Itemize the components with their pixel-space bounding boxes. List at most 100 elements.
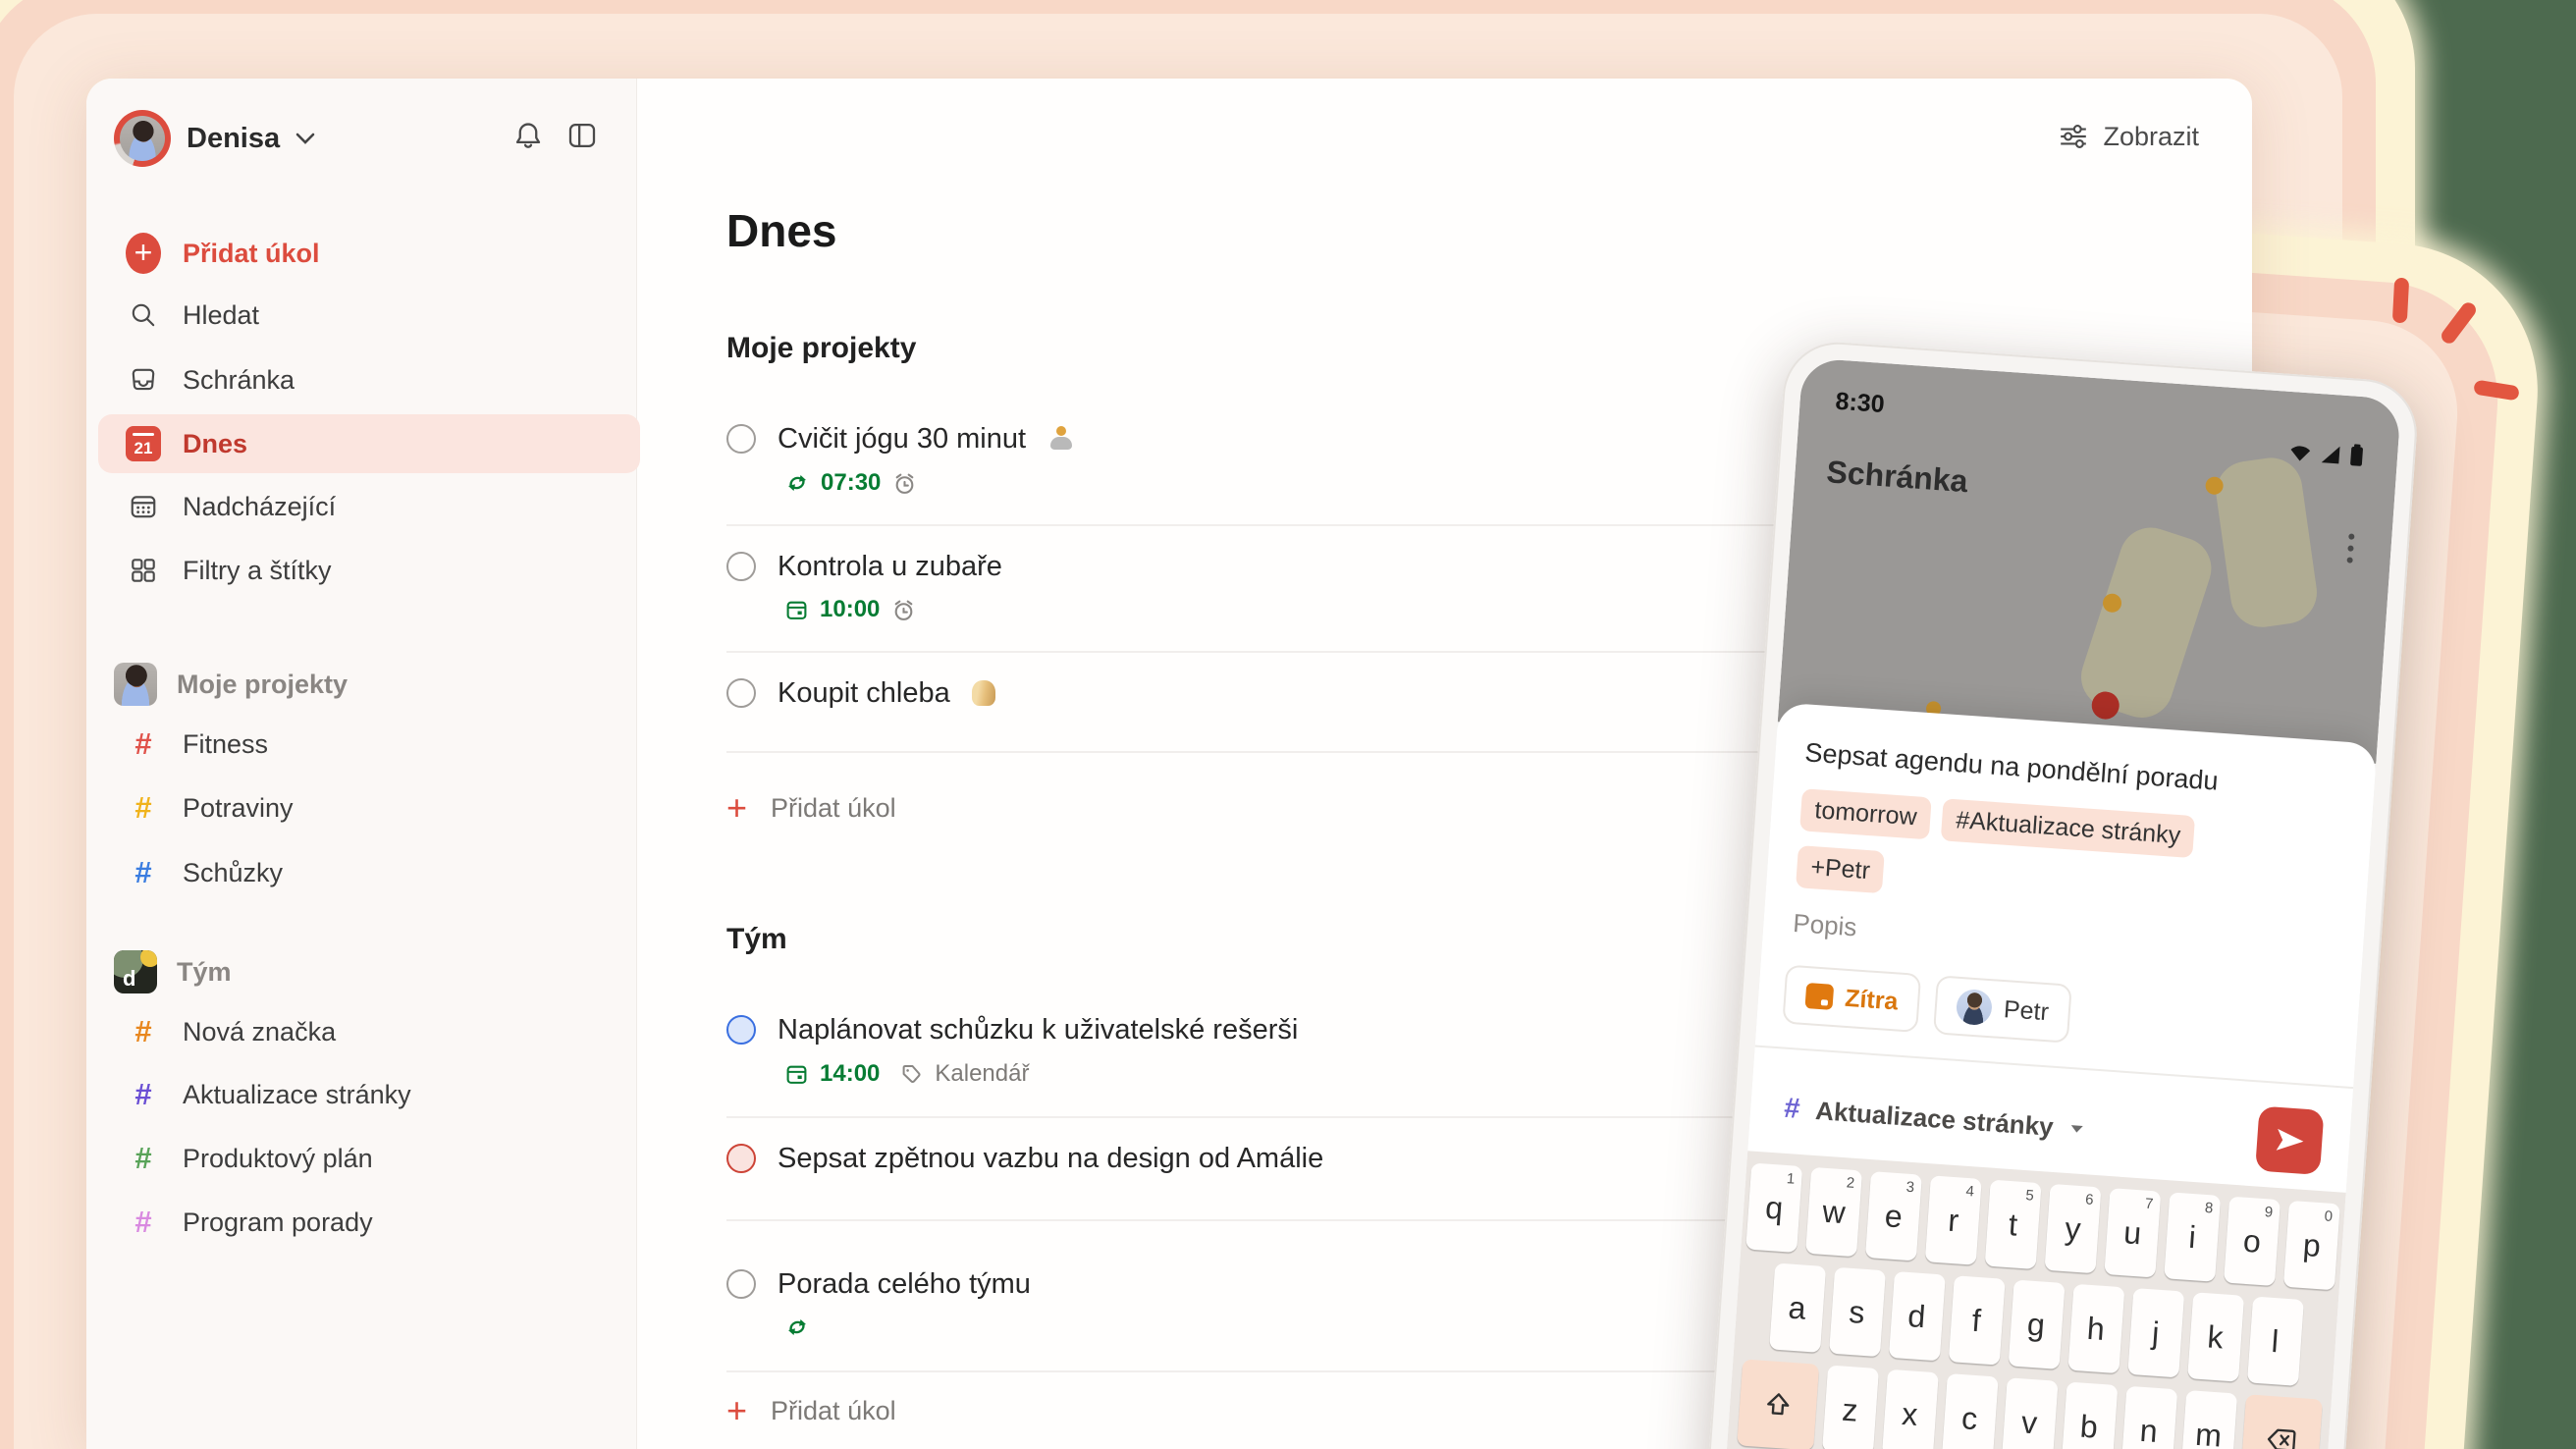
date-token[interactable]: tomorrow [1799,788,1932,840]
notifications-bell-icon[interactable] [512,120,544,151]
send-button[interactable] [2255,1105,2325,1175]
task-checkbox-priority-blue[interactable] [726,1015,756,1045]
sidebar-item-search[interactable]: Hledat [126,284,259,347]
project-selector[interactable]: # Aktualizace stránky [1782,1081,2086,1156]
avatar [1955,988,1994,1027]
add-task-button[interactable]: + Přidat úkol [126,222,320,285]
sidebar-project-site-update[interactable]: # Aktualizace stránky [126,1063,410,1126]
bread-emoji [971,680,995,706]
task-checkbox[interactable] [726,424,756,454]
marketing-canvas: Denisa + Přidat úkol Hledat Schránka 21 [0,0,2576,1449]
hash-icon: # [134,1141,152,1175]
task-row: Koupit chleba [726,671,995,715]
key-t[interactable]: 5t [1984,1179,2042,1269]
key-r[interactable]: 4r [1924,1175,1982,1265]
task-row: Kontrola u zubaře [726,545,1002,588]
phone-screen: 8:30 Schránka Sepsat agendu na pondělní … [1707,357,2402,1449]
key-u[interactable]: 7u [2104,1188,2162,1278]
send-icon [2276,1128,2304,1151]
calendar-icon [1804,983,1835,1010]
backspace-key[interactable] [2239,1394,2323,1449]
section-my-projects[interactable]: Moje projekty [114,653,348,716]
key-k[interactable]: k [2186,1292,2244,1382]
key-a[interactable]: a [1768,1262,1826,1353]
sidebar-project-groceries[interactable]: # Potraviny [126,777,293,839]
task-checkbox[interactable] [726,552,756,581]
plus-circle-icon: + [126,233,161,274]
key-x[interactable]: x [1881,1368,1939,1449]
project-token[interactable]: #Aktualizace stránky [1940,798,2196,859]
key-q[interactable]: 1q [1745,1162,1803,1253]
key-y[interactable]: 6y [2044,1183,2102,1274]
sidebar-item-inbox[interactable]: Schránka [126,349,295,411]
task-row: Naplánovat schůzku k uživatelské rešerši [726,1008,1298,1051]
key-b[interactable]: b [2060,1381,2118,1449]
description-placeholder[interactable]: Popis [1792,908,1857,942]
caret-down-icon [2070,1125,2083,1133]
avatar [114,663,157,706]
hash-icon: # [134,726,152,761]
key-z[interactable]: z [1821,1365,1879,1449]
sidebar-project-fitness[interactable]: # Fitness [126,713,268,776]
assignee-token[interactable]: +Petr [1796,845,1886,894]
key-n[interactable]: n [2120,1385,2177,1449]
section-header-my-projects: Moje projekty [726,332,917,364]
hash-icon: # [134,790,152,825]
key-v[interactable]: v [2001,1377,2059,1449]
assignee-button[interactable]: Petr [1933,975,2072,1044]
key-c[interactable]: c [1941,1372,1999,1449]
team-logo-icon: d [114,950,157,993]
key-i[interactable]: 8i [2164,1192,2222,1282]
key-f[interactable]: f [1948,1275,2006,1366]
reminder-alarm-icon [895,600,913,620]
sidebar-item-upcoming[interactable]: Nadcházející [126,475,336,538]
divider [1754,1045,2354,1090]
key-d[interactable]: d [1888,1270,1946,1362]
section-team[interactable]: d Tým [114,940,232,1003]
token-row: +Petr [1796,845,1886,894]
key-g[interactable]: g [2008,1279,2066,1369]
backspace-icon [2267,1428,2296,1449]
key-o[interactable]: 9o [2224,1196,2281,1287]
today-calendar-icon: 21 [126,426,161,461]
shift-key[interactable] [1736,1359,1819,1449]
task-meta [785,1312,809,1343]
chevron-down-icon [295,133,315,144]
keyboard: 1q2w3e4r5t6y7u8i9o0p asdfghjkl zxcvbnm [1707,1151,2346,1449]
task-checkbox-priority-red[interactable] [726,1144,756,1173]
search-icon [126,297,161,333]
avatar [114,110,171,167]
key-h[interactable]: h [2066,1283,2124,1374]
key-e[interactable]: 3e [1864,1171,1922,1261]
sidebar-item-today[interactable]: 21 Dnes [98,414,640,473]
task-checkbox[interactable] [726,1269,756,1299]
key-p[interactable]: 0p [2282,1200,2340,1291]
due-date-button[interactable]: Zítra [1782,964,1922,1034]
task-title-input[interactable]: Sepsat agendu na pondělní poradu [1804,737,2220,796]
key-l[interactable]: l [2246,1296,2304,1386]
key-m[interactable]: m [2179,1389,2237,1449]
task-checkbox[interactable] [726,678,756,708]
key-j[interactable]: j [2126,1287,2184,1378]
sidebar-item-filters-labels[interactable]: Filtry a štítky [126,539,332,602]
grid-icon [126,553,161,588]
add-task-inline-button[interactable]: + Přidat úkol [726,1389,896,1432]
sidebar-project-product-plan[interactable]: # Produktový plán [126,1127,372,1190]
sidebar-project-new-brand[interactable]: # Nová značka [126,1000,336,1063]
section-header-team: Tým [726,923,787,955]
sidebar-project-meeting-agenda[interactable]: # Program porady [126,1191,372,1254]
key-w[interactable]: 2w [1805,1166,1863,1258]
sidebar-toggle-icon[interactable] [565,120,599,151]
upcoming-calendar-icon [126,489,161,524]
key-s[interactable]: s [1828,1266,1886,1358]
task-row: Sepsat zpětnou vazbu na design od Amálie [726,1137,1323,1180]
reminder-alarm-icon [896,473,914,494]
task-meta: 07:30 [785,467,917,499]
task-row: Cvičit jógu 30 minut [726,417,1075,460]
recurring-icon [788,1319,806,1335]
account-menu[interactable]: Denisa [114,110,315,167]
sidebar-project-meetings[interactable]: # Schůzky [126,841,283,904]
sliders-icon [2061,125,2087,148]
view-options-button[interactable]: Zobrazit [2058,114,2199,159]
add-task-inline-button[interactable]: + Přidat úkol [726,786,896,830]
